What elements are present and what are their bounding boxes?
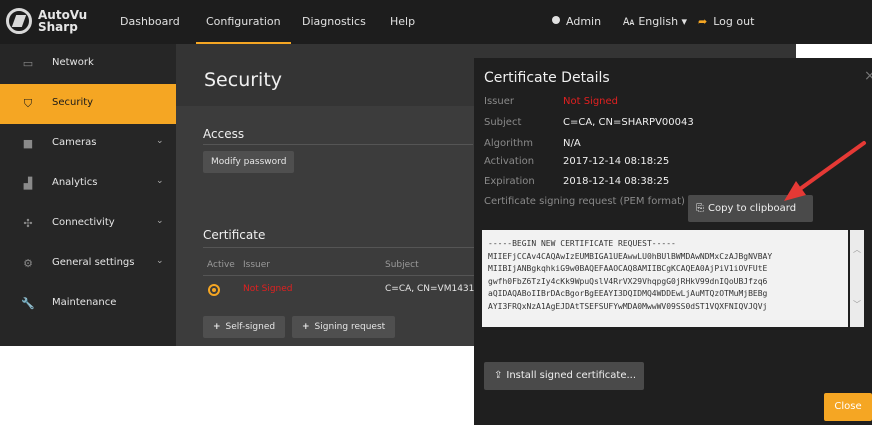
sidebar-item-analytics[interactable]: ▟ Analytics ⌄ xyxy=(0,164,176,204)
plus-icon: + xyxy=(302,322,310,332)
self-signed-label: Self-signed xyxy=(225,322,276,332)
camera-icon: ■ xyxy=(22,137,34,150)
close-button[interactable]: Close xyxy=(824,393,872,421)
sidebar-item-network[interactable]: ▭ Network xyxy=(0,44,176,84)
scroll-down-icon[interactable]: ﹀ xyxy=(850,299,864,310)
logo-line2: Sharp xyxy=(38,20,78,34)
expiration-label: Expiration xyxy=(484,176,535,187)
sidebar-item-connectivity[interactable]: ✣ Connectivity ⌄ xyxy=(0,204,176,244)
column-header-subject: Subject xyxy=(385,260,419,270)
language-icon: 🗛 xyxy=(623,17,635,28)
top-bar: AutoVu Sharp Dashboard Configuration Dia… xyxy=(0,0,872,44)
logout-label: Log out xyxy=(713,15,755,28)
issuer-label: Issuer xyxy=(484,96,514,107)
pem-textarea[interactable]: -----BEGIN NEW CERTIFICATE REQUEST----- … xyxy=(482,230,848,327)
sidebar-item-label: Cameras xyxy=(52,137,97,148)
activation-label: Activation xyxy=(484,156,535,167)
cert-subject[interactable]: C=CA, CN=VM1431 xyxy=(385,284,474,294)
divider xyxy=(203,247,493,248)
algorithm-label: Algorithm xyxy=(484,138,533,149)
pem-line: -----BEGIN NEW CERTIFICATE REQUEST----- xyxy=(488,239,676,248)
certificate-details-dialog: Certificate Details × Issuer Not Signed … xyxy=(474,58,872,425)
column-header-issuer: Issuer xyxy=(243,260,270,270)
user-name: Admin xyxy=(566,15,602,28)
bar-chart-icon: ▟ xyxy=(23,177,33,190)
scroll-up-icon[interactable]: ︿ xyxy=(850,244,864,255)
nav-dashboard[interactable]: Dashboard xyxy=(120,0,180,44)
cert-issuer[interactable]: Not Signed xyxy=(243,284,293,294)
install-signed-certificate-button[interactable]: ⇪ Install signed certificate... xyxy=(484,362,644,390)
copy-to-clipboard-button[interactable]: ⎘ Copy to clipboard xyxy=(688,195,813,222)
nav-diagnostics[interactable]: Diagnostics xyxy=(302,0,366,44)
gear-icon: ⚙ xyxy=(23,257,33,270)
pem-line: MIIBIjANBgkqhkiG9w0BAQEFAAOCAQ8AMIIBCgKC… xyxy=(488,264,768,273)
wrench-icon: 🔧 xyxy=(21,297,35,310)
modify-password-button[interactable]: Modify password xyxy=(203,151,295,173)
sidebar: ▭ Network ⛉ Security ■ Cameras ⌄ ▟ Analy… xyxy=(0,44,176,346)
table-header-divider xyxy=(203,275,493,276)
sidebar-item-label: Analytics xyxy=(52,177,98,188)
clipboard-icon: ⎘ xyxy=(696,203,704,214)
algorithm-value: N/A xyxy=(563,138,581,149)
chevron-down-icon: ⌄ xyxy=(156,176,164,186)
nav-configuration[interactable]: Configuration xyxy=(196,0,291,44)
page-title: Security xyxy=(204,69,283,91)
pem-line: gwfh0FbZ6TzIy4cKk9WpuQslV4RrVX29VhqpgG0j… xyxy=(488,276,768,286)
sidebar-item-general-settings[interactable]: ⚙ General settings ⌄ xyxy=(0,244,176,284)
sidebar-item-label: Network xyxy=(52,57,94,68)
self-signed-button[interactable]: + Self-signed xyxy=(203,316,286,338)
sidebar-item-cameras[interactable]: ■ Cameras ⌄ xyxy=(0,124,176,164)
subject-value: C=CA, CN=SHARPV00043 xyxy=(563,117,694,128)
logout-link[interactable]: ➦ Log out xyxy=(698,0,754,44)
network-icon: ▭ xyxy=(22,57,34,70)
user-menu[interactable]: Admin xyxy=(552,0,601,44)
sidebar-item-security[interactable]: ⛉ Security xyxy=(0,84,176,124)
pem-line: AYI3FRQxNzA1AgEJDAtTSEFSUFYwMDA0MwwWV09S… xyxy=(488,301,768,311)
sidebar-item-label: General settings xyxy=(52,257,135,268)
copy-label: Copy to clipboard xyxy=(708,203,797,214)
chevron-down-icon: ⌄ xyxy=(156,256,164,266)
issuer-value: Not Signed xyxy=(563,96,619,107)
activation-value: 2017-12-14 08:18:25 xyxy=(563,156,670,167)
access-heading: Access xyxy=(203,127,245,141)
page-background xyxy=(0,346,474,425)
logo-text: AutoVu Sharp xyxy=(38,9,87,33)
upload-icon: ⇪ xyxy=(494,370,503,381)
column-header-active: Active xyxy=(207,260,235,270)
chevron-down-icon: ⌄ xyxy=(156,216,164,226)
nav-help[interactable]: Help xyxy=(390,0,415,44)
pem-line: aQIDAQABoIIBrDAcBgorBgEEAYI3DQIDMQ4WDDEw… xyxy=(488,289,768,298)
active-radio[interactable] xyxy=(208,284,220,296)
sidebar-item-label: Security xyxy=(52,97,94,108)
sidebar-item-label: Maintenance xyxy=(52,297,117,308)
language-select[interactable]: 🗛 English ▾ xyxy=(623,0,687,44)
install-label: Install signed certificate... xyxy=(506,370,637,381)
pem-scrollbar[interactable]: ︿ ﹀ xyxy=(850,230,864,327)
certificate-heading: Certificate xyxy=(203,228,266,242)
shield-icon: ⛉ xyxy=(23,97,33,110)
pem-line: MIIEFjCCAv4CAQAwIzEUMBIGA1UEAwwLU0hBUlBW… xyxy=(488,251,773,261)
language-label: English ▾ xyxy=(638,15,688,28)
user-icon xyxy=(552,16,560,24)
sidebar-item-label: Connectivity xyxy=(52,217,115,228)
close-icon[interactable]: × xyxy=(864,68,872,84)
divider xyxy=(203,144,473,145)
expiration-value: 2018-12-14 08:38:25 xyxy=(563,176,670,187)
puzzle-icon: ✣ xyxy=(23,217,33,230)
autovu-logo-icon xyxy=(6,8,32,34)
signing-request-button[interactable]: + Signing request xyxy=(292,316,396,338)
sidebar-item-maintenance[interactable]: 🔧 Maintenance xyxy=(0,284,176,324)
subject-label: Subject xyxy=(484,117,522,128)
logo[interactable]: AutoVu Sharp xyxy=(6,8,87,34)
app-window: AutoVu Sharp Dashboard Configuration Dia… xyxy=(0,0,872,425)
pem-label: Certificate signing request (PEM format) xyxy=(484,196,685,207)
plus-icon: + xyxy=(213,322,221,332)
logout-icon: ➦ xyxy=(698,15,708,28)
chevron-down-icon: ⌄ xyxy=(156,136,164,146)
dialog-title: Certificate Details xyxy=(484,70,610,86)
signing-request-label: Signing request xyxy=(314,322,386,332)
